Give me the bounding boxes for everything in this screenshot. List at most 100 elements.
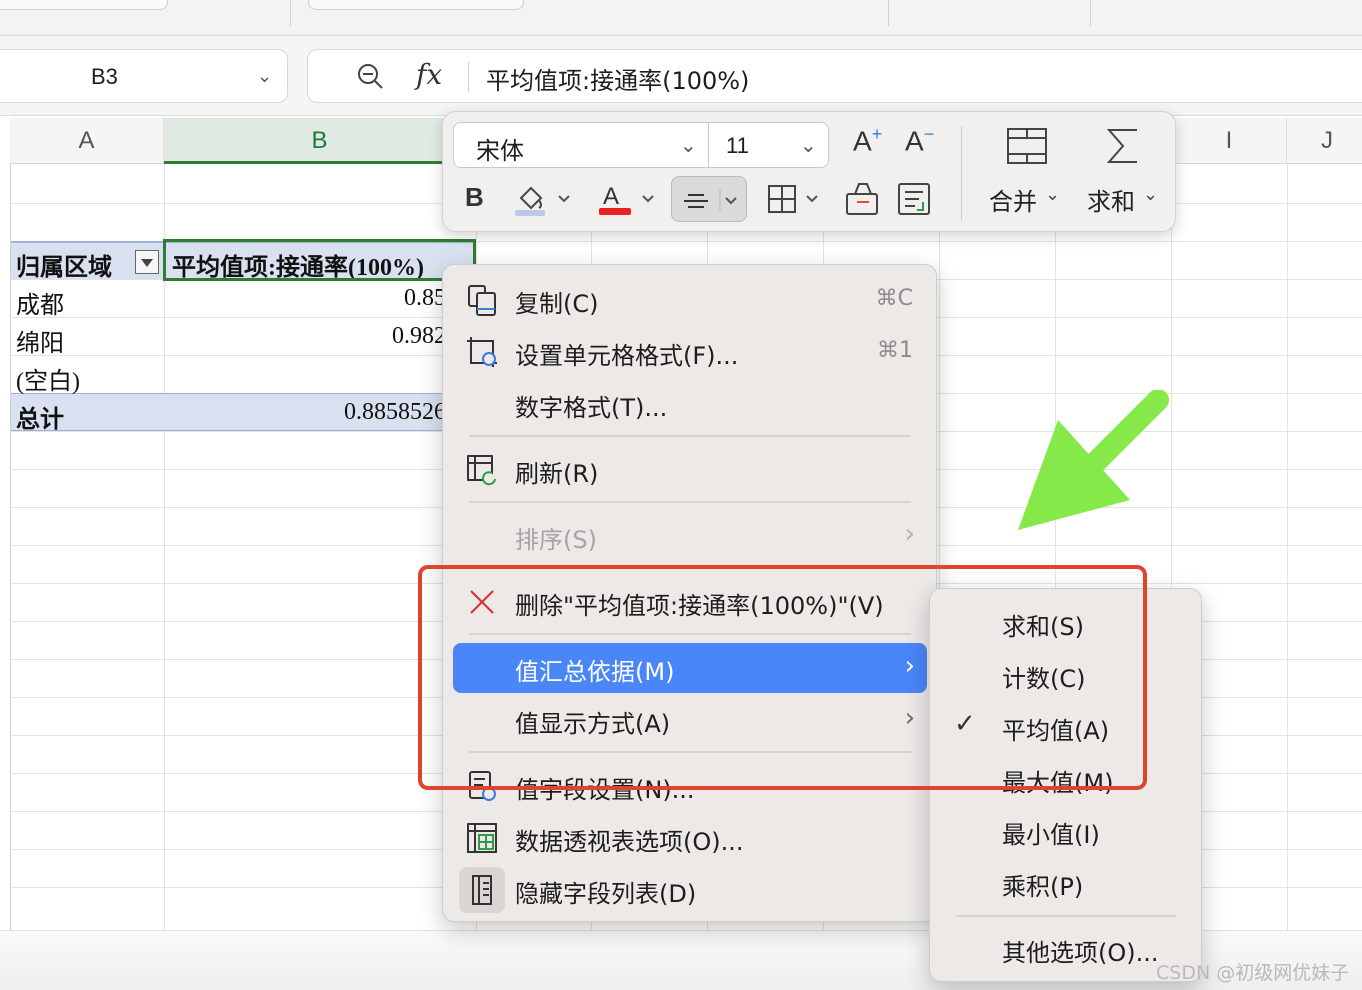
zoom-out-icon[interactable] (356, 62, 384, 90)
chevron-down-icon[interactable]: ⌄ (1143, 184, 1158, 205)
column-header-j[interactable]: J (1287, 118, 1362, 164)
menu-item-refresh[interactable]: 刷新(R) (453, 445, 927, 495)
menu-item-copy[interactable]: 复制(C) ⌘C (453, 275, 927, 325)
menu-item-label: 数据透视表选项(O)... (515, 828, 744, 856)
font-size-value[interactable]: 11 (726, 133, 749, 159)
pivot-row-label[interactable]: (空白) (16, 361, 80, 396)
menu-item-label: 值显示方式(A) (515, 710, 671, 738)
delete-icon (470, 590, 494, 614)
fill-color-icon[interactable] (513, 180, 577, 218)
column-header-i[interactable]: I (1172, 118, 1287, 164)
formula-bar[interactable]: fx 平均值项:接通率(100%) (307, 49, 1362, 103)
chevron-right-icon: › (904, 703, 915, 733)
sum-button-label[interactable]: 求和 (1087, 182, 1135, 217)
merge-cells-icon[interactable] (1005, 126, 1049, 166)
menu-item-label: 数字格式(T)... (515, 394, 668, 422)
pivot-row-value[interactable]: 0.85 (404, 285, 446, 312)
copy-icon (468, 285, 496, 316)
font-selector[interactable]: 宋体 ⌄ 11 ⌄ (453, 122, 829, 168)
menu-item-number-format[interactable]: 数字格式(T)... (453, 379, 927, 429)
field-list-icon (472, 875, 492, 905)
chevron-down-icon[interactable]: ⌄ (257, 66, 272, 87)
submenu-item-sum[interactable]: 求和(S) (940, 599, 1192, 647)
context-menu: 复制(C) ⌘C 设置单元格格式(F)... ⌘1 数字格式(T)... 刷新(… (442, 264, 937, 922)
window-top-strip (0, 0, 1362, 36)
annotation-arrow-icon (1018, 390, 1169, 530)
menu-item-label: 隐藏字段列表(D) (515, 880, 697, 908)
top-tab-segment[interactable] (0, 0, 168, 10)
menu-item-format-cells[interactable]: 设置单元格格式(F)... ⌘1 (453, 327, 927, 377)
row-header-edge (10, 164, 11, 990)
top-tab-segment[interactable] (308, 0, 524, 10)
submenu-item-min[interactable]: 最小值(I) (940, 807, 1192, 855)
chevron-down-icon[interactable]: ⌄ (800, 133, 817, 157)
menu-item-label: 删除"平均值项:接通率(100%)"(V) (515, 592, 884, 620)
submenu-item-label: 求和(S) (1002, 613, 1084, 641)
menu-item-summarize-by[interactable]: 值汇总依据(M) › (453, 643, 927, 693)
menu-item-pivot-options[interactable]: 数据透视表选项(O)... (453, 813, 927, 863)
gridline (1287, 164, 1288, 990)
format-cells-icon (467, 337, 497, 367)
bold-icon[interactable]: B (465, 182, 484, 213)
menu-separator (469, 501, 911, 503)
menu-item-label: 刷新(R) (515, 460, 599, 488)
menu-item-hide-field-list[interactable]: 隐藏字段列表(D) (453, 865, 927, 915)
increase-font-icon[interactable]: A+ (853, 124, 882, 157)
sigma-icon[interactable] (1103, 126, 1143, 166)
menu-separator (469, 633, 911, 635)
pivot-total-value[interactable]: 0.8858526 (344, 399, 446, 426)
merge-button-label[interactable]: 合并 (989, 182, 1037, 217)
column-header-a[interactable]: A (10, 118, 164, 164)
menu-separator (956, 915, 1176, 917)
submenu-item-label: 乘积(P) (1002, 873, 1084, 901)
pivot-total-label[interactable]: 总计 (16, 399, 64, 434)
borders-icon[interactable] (765, 182, 825, 216)
align-center-icon (684, 189, 737, 211)
mini-format-toolbar: 宋体 ⌄ 11 ⌄ A+ A− B A 合并 ⌄ 求和 ⌄ (442, 111, 1176, 232)
submenu-item-product[interactable]: 乘积(P) (940, 859, 1192, 907)
chevron-right-icon: › (904, 519, 915, 549)
menu-item-sort[interactable]: 排序(S) › (453, 511, 927, 561)
submenu-item-more-options[interactable]: 其他选项(O)... (940, 925, 1192, 973)
summarize-by-submenu: 求和(S) 计数(C) ✓ 平均值(A) 最大值(M) 最小值(I) 乘积(P)… (929, 588, 1202, 982)
submenu-item-max[interactable]: 最大值(M) (940, 755, 1192, 803)
submenu-item-average[interactable]: ✓ 平均值(A) (940, 703, 1192, 751)
pivot-row-value[interactable]: 0.982 (392, 323, 446, 350)
formula-input[interactable]: 平均值项:接通率(100%) (486, 61, 749, 96)
menu-item-show-values-as[interactable]: 值显示方式(A) › (453, 695, 927, 745)
name-box[interactable]: B3 ⌄ (0, 49, 288, 103)
name-box-value: B3 (91, 64, 118, 89)
filter-dropdown-icon[interactable] (135, 250, 159, 274)
divider (290, 0, 291, 26)
align-button[interactable] (671, 176, 747, 222)
divider (961, 126, 962, 220)
chevron-down-icon[interactable]: ⌄ (680, 133, 697, 157)
menu-separator (469, 435, 911, 437)
pivot-row-label[interactable]: 绵阳 (16, 323, 64, 358)
divider (468, 62, 469, 92)
clear-format-icon[interactable] (843, 180, 883, 218)
submenu-item-count[interactable]: 计数(C) (940, 651, 1192, 699)
divider (1090, 0, 1091, 26)
font-color-icon[interactable]: A (597, 180, 661, 218)
chevron-right-icon: › (904, 651, 915, 681)
menu-item-shortcut: ⌘1 (877, 338, 913, 363)
column-header-b[interactable]: B (164, 118, 476, 164)
menu-item-field-settings[interactable]: 值字段设置(N)... (453, 761, 927, 811)
wrap-text-icon[interactable] (895, 180, 935, 218)
submenu-item-label: 最大值(M) (1002, 769, 1114, 797)
submenu-item-label: 计数(C) (1002, 665, 1086, 693)
refresh-icon (467, 455, 496, 486)
submenu-item-label: 其他选项(O)... (1002, 939, 1159, 967)
decrease-font-icon[interactable]: A− (905, 124, 934, 157)
font-name-value[interactable]: 宋体 (476, 131, 524, 166)
pivot-row-label[interactable]: 成都 (16, 285, 64, 320)
menu-item-shortcut: ⌘C (875, 286, 913, 311)
menu-item-delete-field[interactable]: 删除"平均值项:接通率(100%)"(V) (453, 577, 927, 627)
chevron-down-icon[interactable]: ⌄ (1045, 184, 1060, 205)
pivot-row-field-header[interactable]: 归属区域 (16, 247, 112, 282)
formula-row: B3 ⌄ fx 平均值项:接通率(100%) (0, 36, 1362, 116)
field-settings-icon (469, 771, 496, 801)
function-icon[interactable]: fx (416, 58, 442, 91)
divider (888, 0, 889, 26)
